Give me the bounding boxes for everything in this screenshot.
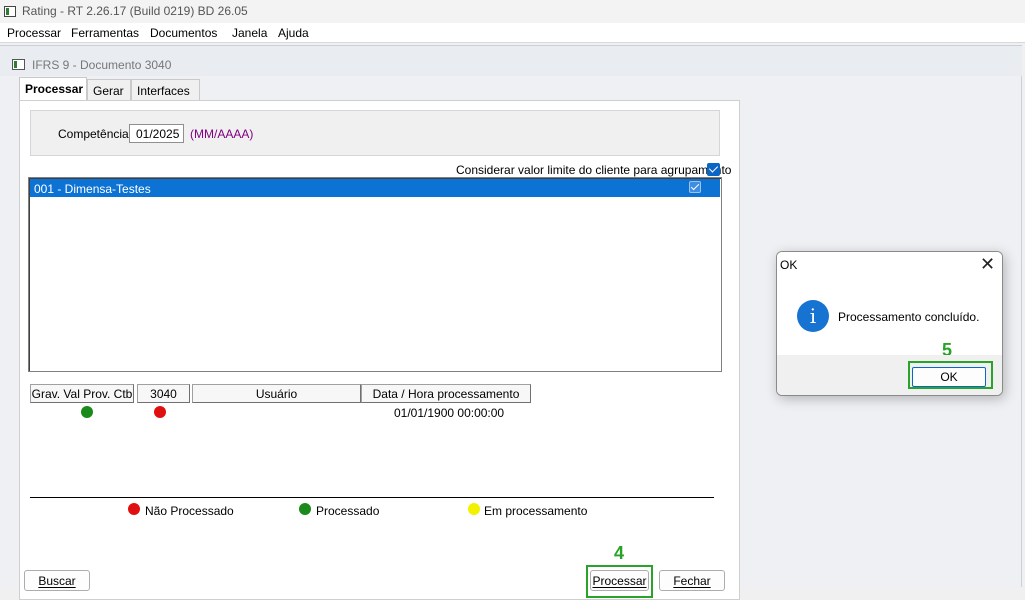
header-grav-val-prov: Grav. Val Prov. Ctb — [30, 384, 134, 403]
processar-panel: Competência (MM/AAAA) Considerar valor l… — [19, 100, 740, 600]
tab-processar[interactable]: Processar — [19, 77, 87, 101]
menu-janela[interactable]: Janela — [232, 26, 267, 40]
competencia-group: Competência (MM/AAAA) — [30, 110, 720, 156]
legend-divider — [30, 497, 714, 498]
message-dialog: OK ✕ i Processamento concluído. 5 OK — [776, 251, 1003, 396]
header-data-hora: Data / Hora processamento — [361, 384, 531, 403]
fechar-button[interactable]: Fechar — [659, 570, 725, 591]
legend-nao-processado-label: Não Processado — [145, 504, 234, 518]
menu-documentos[interactable]: Documentos — [150, 26, 217, 40]
legend-em-processamento-label: Em processamento — [484, 504, 588, 518]
document-icon — [12, 59, 25, 70]
list-item[interactable]: 001 - Dimensa-Testes — [30, 179, 720, 197]
menu-bar: Processar Ferramentas Documentos Janela … — [0, 23, 1025, 43]
competencia-label: Competência — [58, 127, 129, 141]
list-item-checkbox[interactable] — [689, 181, 701, 193]
menu-ferramentas[interactable]: Ferramentas — [71, 26, 139, 40]
data-hora-value: 01/01/1900 00:00:00 — [394, 406, 505, 420]
competencia-input[interactable] — [129, 124, 184, 143]
dialog-footer: OK — [777, 355, 1002, 395]
ok-button[interactable]: OK — [912, 367, 986, 387]
agrupamento-label: Considerar valor limite do cliente para … — [456, 163, 732, 177]
competencia-format-hint: (MM/AAAA) — [190, 127, 254, 141]
child-window-title: IFRS 9 - Documento 3040 — [32, 58, 172, 72]
window-title: Rating - RT 2.26.17 (Build 0219) BD 26.0… — [22, 4, 248, 18]
dialog-title: OK — [780, 258, 798, 272]
dialog-message: Processamento concluído. — [838, 310, 980, 324]
legend-processado-dot — [299, 503, 311, 515]
legend-processado-label: Processado — [316, 504, 380, 518]
legend-em-processamento-dot — [468, 503, 480, 515]
header-3040: 3040 — [137, 384, 190, 403]
menu-processar[interactable]: Processar — [7, 26, 61, 40]
legend-nao-processado-dot — [128, 503, 140, 515]
child-title-bar: IFRS 9 - Documento 3040 — [0, 46, 1022, 76]
buscar-button[interactable]: Buscar — [24, 570, 90, 591]
title-bar: Rating - RT 2.26.17 (Build 0219) BD 26.0… — [0, 0, 1025, 23]
tab-interfaces[interactable]: Interfaces — [131, 79, 200, 100]
agrupamento-checkbox[interactable] — [707, 163, 720, 176]
step-4-marker: 4 — [614, 543, 625, 563]
processar-button[interactable]: Processar — [590, 570, 649, 591]
close-icon[interactable]: ✕ — [980, 254, 995, 275]
header-usuario: Usuário — [192, 384, 361, 403]
info-icon: i — [797, 300, 829, 332]
menu-ajuda[interactable]: Ajuda — [278, 26, 309, 40]
list-item-label: 001 - Dimensa-Testes — [34, 182, 151, 196]
client-list[interactable]: 001 - Dimensa-Testes — [28, 177, 722, 372]
dialog-title-bar: OK ✕ — [777, 252, 1002, 277]
app-icon — [4, 6, 16, 17]
doc3040-status-indicator — [154, 406, 166, 418]
tab-gerar[interactable]: Gerar — [87, 79, 131, 100]
grav-status-indicator — [81, 406, 93, 418]
